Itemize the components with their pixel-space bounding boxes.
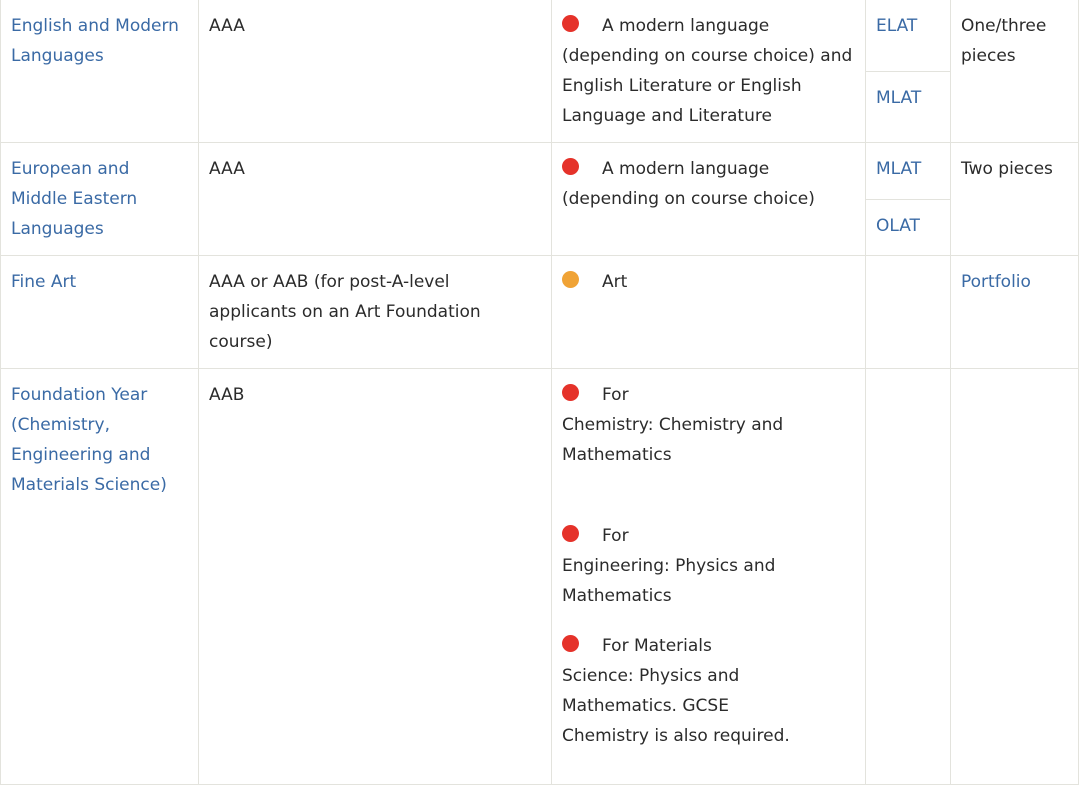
written-work: One/three pieces bbox=[950, 0, 1079, 143]
test-link[interactable]: OLAT bbox=[876, 216, 920, 236]
subjects: For Chemistry: Chemistry and Mathematics … bbox=[551, 368, 866, 785]
test-link[interactable]: ELAT bbox=[876, 16, 917, 36]
admissions-tests bbox=[865, 368, 951, 785]
essential-dot-icon bbox=[562, 15, 579, 32]
essential-dot-icon bbox=[562, 525, 579, 542]
written-work: Two pieces bbox=[950, 142, 1079, 256]
subject-item: For Materials Science: Physics and Mathem… bbox=[562, 635, 790, 746]
table-row: English and Modern Languages AAA A moder… bbox=[0, 0, 1079, 143]
course-requirements-table: English and Modern Languages AAA A moder… bbox=[0, 0, 1079, 785]
essential-dot-icon bbox=[562, 384, 579, 401]
grades: AAA or AAB (for post-A-level applicants … bbox=[198, 255, 552, 369]
grades: AAA bbox=[198, 0, 552, 143]
subjects: Art bbox=[551, 255, 866, 369]
subjects: A modern language (depending on course c… bbox=[551, 0, 866, 143]
test-link[interactable]: MLAT bbox=[876, 159, 921, 179]
grades: AAB bbox=[198, 368, 552, 785]
course-link[interactable]: English and Modern Languages bbox=[11, 16, 179, 66]
subject-item: For Chemistry: Chemistry and Mathematics bbox=[562, 384, 784, 465]
recommended-dot-icon bbox=[562, 271, 579, 288]
test-link[interactable]: MLAT bbox=[876, 88, 921, 108]
table-row: European and Middle Eastern Languages AA… bbox=[0, 142, 1079, 256]
table-row: Foundation Year (Chemistry, Engineering … bbox=[0, 368, 1079, 785]
course-link[interactable]: Fine Art bbox=[11, 272, 76, 292]
admissions-tests: ELAT MLAT bbox=[865, 0, 951, 143]
essential-dot-icon bbox=[562, 158, 579, 175]
course-link[interactable]: Foundation Year (Chemistry, Engineering … bbox=[11, 385, 167, 495]
admissions-tests bbox=[865, 255, 951, 369]
portfolio-link[interactable]: Portfolio bbox=[961, 272, 1031, 292]
written-work bbox=[950, 368, 1079, 785]
subject-item: For Engineering: Physics and Mathematics bbox=[562, 525, 776, 606]
table-row: Fine Art AAA or AAB (for post-A-level ap… bbox=[0, 255, 1079, 369]
grades: AAA bbox=[198, 142, 552, 256]
essential-dot-icon bbox=[562, 635, 579, 652]
course-link[interactable]: European and Middle Eastern Languages bbox=[11, 159, 137, 239]
subjects: A modern language (depending on course c… bbox=[551, 142, 866, 256]
admissions-tests: MLAT OLAT bbox=[865, 142, 951, 256]
